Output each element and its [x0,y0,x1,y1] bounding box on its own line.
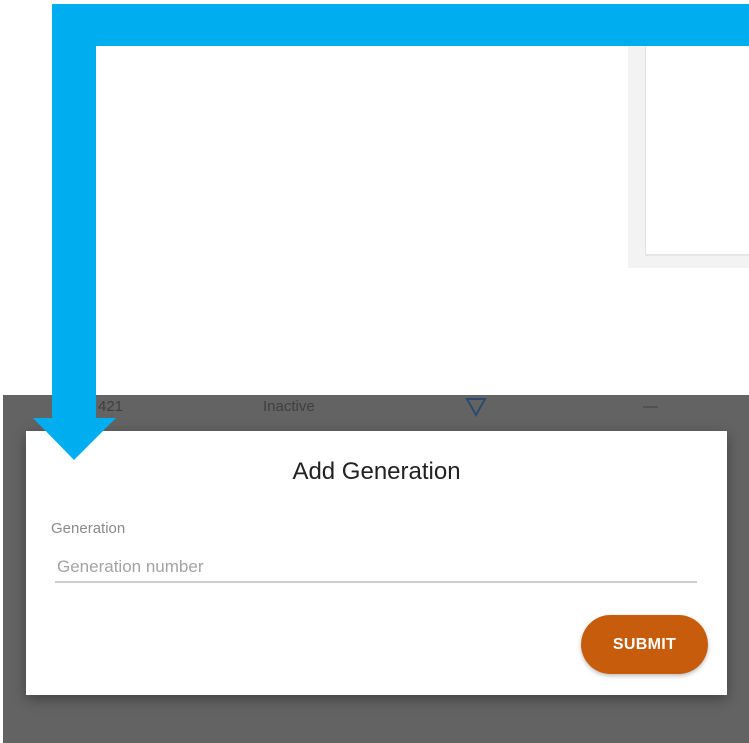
dialog-title: Add Generation [292,458,461,485]
submit-button[interactable]: SUBMIT [581,615,708,674]
modal-overlay: 421 Inactive — Add Generation Generation… [3,395,749,743]
filter-funnel-icon [465,398,487,417]
generation-number-input[interactable] [55,553,697,583]
add-generation-dialog: Add Generation Generation SUBMIT [26,431,727,695]
background-table-row: 421 Inactive — [3,395,749,425]
row-dash-cell: — [643,398,658,415]
row-status-cell: Inactive [263,398,315,415]
row-id-cell: 421 [98,398,124,415]
generation-field-label: Generation [51,520,126,537]
page-background [0,0,749,395]
content-card [645,36,749,256]
